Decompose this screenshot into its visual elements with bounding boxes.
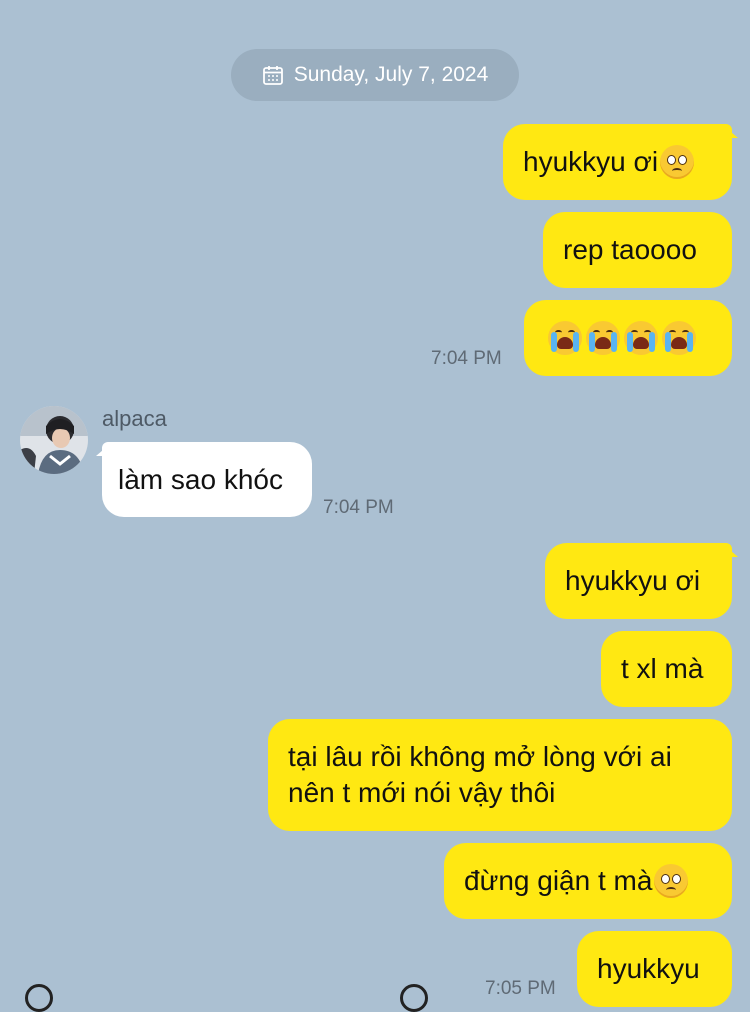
message-text: tại lâu rồi không mở lòng với ai nên t m… <box>288 741 672 808</box>
bottom-left-icon[interactable] <box>25 984 53 1012</box>
message-bubble-outgoing[interactable]: hyukkyu <box>577 931 732 1007</box>
message-bubble-outgoing[interactable]: tại lâu rồi không mở lòng với ai nên t m… <box>268 719 732 831</box>
date-label: Sunday, July 7, 2024 <box>293 63 489 86</box>
message-bubble-outgoing[interactable]: đừng giận t mà <box>444 843 732 919</box>
crying-face-emoji <box>548 321 582 355</box>
message-time: 7:04 PM <box>431 348 502 369</box>
pleading-face-emoji <box>654 864 689 898</box>
message-bubble-outgoing[interactable] <box>524 300 732 376</box>
date-divider: Sunday, July 7, 2024 <box>231 49 519 101</box>
message-text: t xl mà <box>621 653 704 684</box>
message-bubble-outgoing[interactable]: hyukkyu ơi <box>545 543 732 619</box>
crying-face-emoji <box>662 321 696 355</box>
message-bubble-outgoing[interactable]: t xl mà <box>601 631 732 707</box>
message-text: hyukkyu ơi <box>523 146 659 177</box>
message-text: rep taoooo <box>563 234 697 265</box>
sender-name: alpaca <box>102 406 167 431</box>
pleading-face-emoji <box>660 145 695 179</box>
message-bubble-outgoing[interactable]: rep taoooo <box>543 212 732 288</box>
crying-face-emoji <box>586 321 620 355</box>
message-time: 7:04 PM <box>323 497 394 518</box>
bottom-center-icon[interactable] <box>400 984 428 1012</box>
message-text: làm sao khóc <box>118 463 283 495</box>
message-text: hyukkyu ơi <box>565 565 701 596</box>
message-text: đừng giận t mà <box>464 865 653 896</box>
bubble-tail <box>724 545 738 557</box>
avatar[interactable] <box>20 406 88 474</box>
message-bubble-incoming[interactable]: làm sao khóc <box>102 442 312 517</box>
avatar-image <box>20 406 88 474</box>
bubble-tail <box>724 126 738 138</box>
crying-face-emoji <box>624 321 658 355</box>
message-bubble-outgoing[interactable]: hyukkyu ơi <box>503 124 732 200</box>
message-time: 7:05 PM <box>485 978 556 999</box>
calendar-icon <box>262 66 283 85</box>
message-text: hyukkyu <box>597 953 700 984</box>
